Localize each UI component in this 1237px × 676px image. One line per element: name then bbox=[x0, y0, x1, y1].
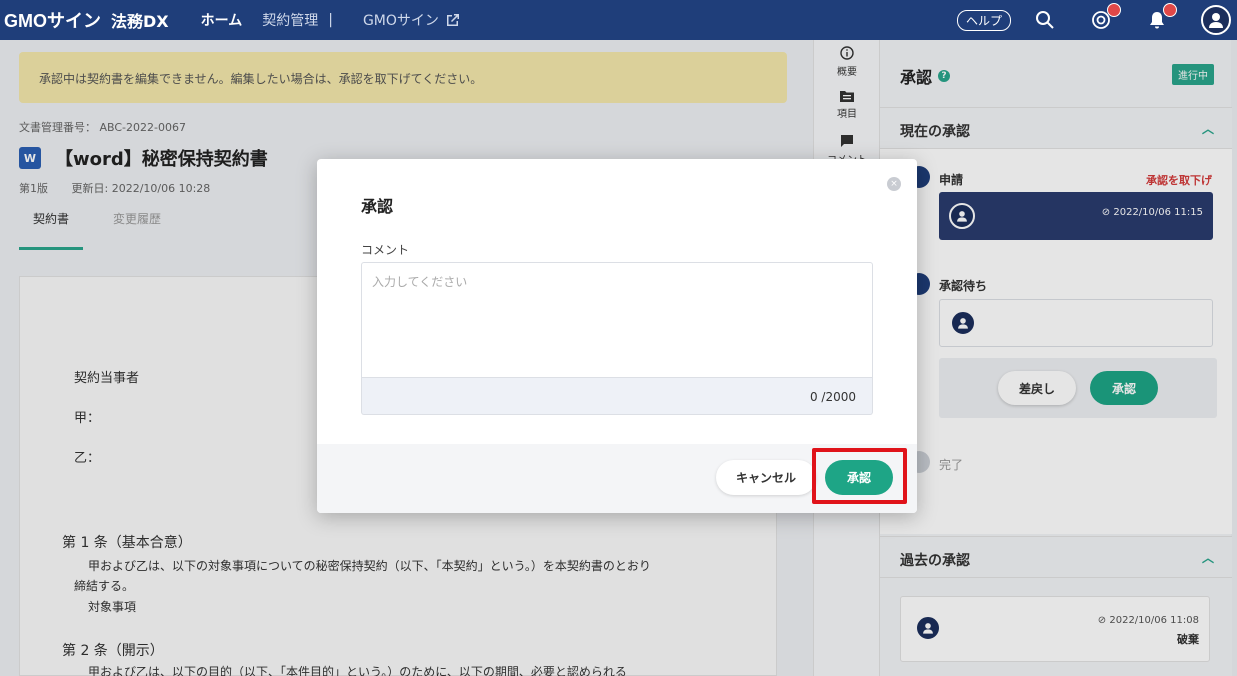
approval-panel: 承認 ? 進行中 現在の承認 ︿ 申請 承認を取下げ ⊘ 2022/10/06 … bbox=[879, 40, 1232, 676]
clock-icon: ⊘ bbox=[1097, 615, 1107, 626]
withdraw-approval-link[interactable]: 承認を取下げ bbox=[1146, 172, 1212, 188]
chevron-up-icon[interactable]: ︿ bbox=[1202, 549, 1214, 566]
approve-modal: 承認 × コメント 0 /2000 キャンセル 承認 bbox=[317, 159, 917, 513]
mention-icon[interactable] bbox=[1089, 3, 1121, 32]
approval-panel-header: 承認 ? bbox=[900, 64, 951, 88]
parties-heading: 契約当事者 bbox=[74, 371, 140, 386]
product-name: 法務DX bbox=[111, 12, 169, 31]
past-approval-card[interactable]: ⊘ 2022/10/06 11:08 破棄 bbox=[900, 596, 1210, 662]
side-overview[interactable]: 概要 bbox=[814, 46, 880, 78]
comment-icon bbox=[841, 135, 853, 147]
nav-contract-management[interactable]: 契約管理 bbox=[262, 10, 318, 30]
nav-home[interactable]: ホーム bbox=[201, 10, 243, 30]
side-fields-label: 項目 bbox=[837, 109, 857, 120]
approve-button-panel[interactable]: 承認 bbox=[1090, 371, 1158, 405]
nav-gmo-sign[interactable]: GMOサイン bbox=[363, 10, 461, 30]
approver-card bbox=[939, 299, 1213, 347]
word-file-icon: W bbox=[19, 147, 41, 169]
tab-history[interactable]: 変更履歴 bbox=[99, 210, 175, 250]
avatar bbox=[950, 310, 976, 336]
comment-input[interactable] bbox=[361, 262, 873, 378]
comment-label: コメント bbox=[361, 243, 410, 257]
modal-title: 承認 bbox=[361, 197, 394, 216]
document-title-row: W 【word】秘密保持契約書 bbox=[19, 145, 268, 171]
document-updated: 更新日: 2022/10/06 10:28 bbox=[71, 182, 211, 195]
document-tabs: 契約書 変更履歴 bbox=[19, 210, 175, 250]
nav-separator: | bbox=[328, 12, 333, 28]
user-avatar-icon[interactable] bbox=[1201, 5, 1231, 35]
past-timestamp: ⊘ 2022/10/06 11:08 bbox=[1097, 615, 1199, 626]
status-badge: 進行中 bbox=[1172, 64, 1214, 85]
bell-icon[interactable] bbox=[1145, 3, 1177, 32]
document-title: 【word】秘密保持契約書 bbox=[55, 149, 268, 170]
side-overview-label: 概要 bbox=[837, 67, 857, 78]
mention-badge bbox=[1107, 3, 1121, 17]
info-icon bbox=[840, 46, 854, 60]
party-a: 甲： bbox=[74, 411, 101, 426]
document-meta: 第1版 更新日: 2022/10/06 10:28 bbox=[19, 180, 230, 196]
avatar bbox=[949, 203, 975, 229]
step-apply-label: 申請 bbox=[939, 173, 964, 187]
nav-gmo-sign-label: GMOサイン bbox=[362, 13, 439, 29]
document-version: 第1版 bbox=[19, 182, 48, 195]
current-approval-title: 現在の承認 bbox=[900, 124, 970, 140]
article-1-title: 第 1 条（基本合意） bbox=[62, 535, 192, 551]
applicant-card: ⊘ 2022/10/06 11:15 bbox=[939, 192, 1213, 240]
top-nav: GMOサイン 法務DX ホーム 契約管理 | GMOサイン ヘルプ bbox=[0, 0, 1237, 40]
clock-icon: ⊘ bbox=[1101, 207, 1111, 218]
past-approval-title: 過去の承認 bbox=[900, 553, 970, 569]
notification-badge bbox=[1163, 3, 1177, 17]
party-b: 乙： bbox=[74, 451, 101, 466]
past-approval-header[interactable]: 過去の承認 ︿ bbox=[880, 536, 1232, 578]
step-done-label: 完了 bbox=[939, 458, 964, 472]
current-approval-header[interactable]: 現在の承認 ︿ bbox=[880, 107, 1232, 149]
past-status: 破棄 bbox=[1177, 633, 1199, 646]
gmo-logo[interactable]: GMOサイン bbox=[4, 7, 101, 33]
apply-timestamp: ⊘ 2022/10/06 11:15 bbox=[1101, 207, 1203, 218]
document-number: 文書管理番号： ABC-2022-0067 bbox=[19, 121, 186, 134]
current-approval-body: 申請 承認を取下げ ⊘ 2022/10/06 11:15 承認待ち 差戻し 承認… bbox=[880, 149, 1232, 534]
edit-lock-notice: 承認中は契約書を編集できません。編集したい場合は、承認を取下げてください。 bbox=[19, 52, 787, 103]
side-fields[interactable]: 項目 bbox=[814, 90, 880, 120]
article-1-text: 甲および乙は、以下の対象事項についての秘密保持契約（以下、「本契約」という。）を… bbox=[88, 559, 651, 573]
close-icon[interactable]: × bbox=[887, 177, 901, 191]
article-2-text: 甲および乙は、以下の目的（以下、「本件目的」という。）のために、以下の期間、必要… bbox=[88, 665, 627, 676]
article-1-subject: 対象事項 bbox=[88, 600, 137, 614]
approve-button-highlight bbox=[812, 448, 907, 504]
cancel-button[interactable]: キャンセル bbox=[716, 460, 816, 495]
send-back-button[interactable]: 差戻し bbox=[998, 371, 1076, 405]
external-link-icon bbox=[446, 14, 459, 26]
help-button[interactable]: ヘルプ bbox=[956, 9, 1011, 31]
article-2-title: 第 2 条（開示） bbox=[62, 643, 164, 659]
approval-panel-title: 承認 bbox=[900, 68, 933, 87]
article-1-text-2: 締結する。 bbox=[74, 579, 135, 593]
step-waiting-label: 承認待ち bbox=[939, 279, 988, 293]
approver-actions: 差戻し 承認 bbox=[939, 358, 1217, 418]
help-icon[interactable]: ? bbox=[938, 70, 951, 82]
character-counter: 0 /2000 bbox=[361, 378, 873, 415]
tab-contract[interactable]: 契約書 bbox=[19, 210, 84, 250]
chevron-up-icon[interactable]: ︿ bbox=[1202, 120, 1214, 137]
avatar bbox=[915, 615, 941, 641]
search-icon[interactable] bbox=[1033, 8, 1057, 32]
folder-icon bbox=[840, 91, 854, 102]
